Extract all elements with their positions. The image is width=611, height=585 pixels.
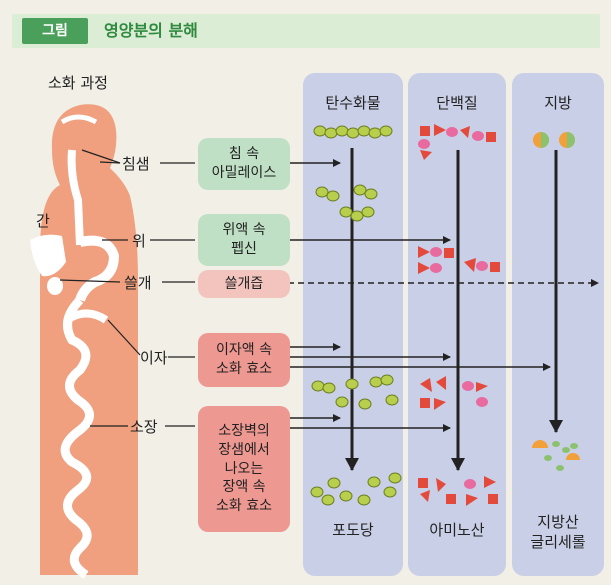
glycerol-text: 글리세롤 <box>530 533 586 552</box>
stomach-line-1: 위액 속 <box>222 222 266 239</box>
small-intestine-label: 소장 <box>130 418 158 436</box>
bile-box: 쓸개즙 <box>198 270 290 298</box>
pancreas-line-1: 이자액 속 <box>216 342 272 359</box>
gastric-pepsin-box: 위액 속 펩신 <box>198 214 290 266</box>
intestine-line-2: 장샘에서 <box>218 441 270 458</box>
process-label: 소화 과정 <box>48 74 108 92</box>
saliva-line-2: 아밀레이스 <box>211 165 277 181</box>
glucose-label: 포도당 <box>303 520 403 540</box>
intestine-line-5: 소화 효소 <box>216 498 272 515</box>
salivary-gland-label: 침샘 <box>122 155 150 173</box>
pancreas-label: 이자 <box>140 349 168 367</box>
stomach-label: 위 <box>132 232 146 250</box>
bile-line-1: 쓸개즙 <box>224 275 264 292</box>
intestine-line-4: 장액 속 <box>222 479 266 496</box>
intestinal-enzyme-box: 소장벽의 장샘에서 나오는 장액 속 소화 효소 <box>198 406 290 532</box>
liver-label: 간 <box>36 212 50 230</box>
intestine-line-1: 소장벽의 <box>218 422 270 439</box>
protein-heading: 단백질 <box>436 94 478 112</box>
intestine-line-3: 나오는 <box>224 460 264 477</box>
fat-heading: 지방 <box>544 94 572 112</box>
carb-heading: 탄수화물 <box>325 94 381 112</box>
fat-column <box>512 73 604 576</box>
amino-acid-text: 아미노산 <box>429 521 485 539</box>
fat-products-label: 지방산 글리세롤 <box>512 512 604 553</box>
pancreas-line-2: 소화 효소 <box>216 361 272 377</box>
body-silhouette <box>30 104 138 579</box>
amino-acid-label: 아미노산 <box>408 520 506 540</box>
saliva-amylase-box: 침 속 아밀레이스 <box>198 138 290 190</box>
pancreatic-enzyme-box: 이자액 속 소화 효소 <box>198 333 290 387</box>
glucose-text: 포도당 <box>332 521 374 539</box>
saliva-line-1: 침 속 <box>228 146 260 163</box>
fatty-acid-text: 지방산 <box>537 513 579 531</box>
gallbladder-label: 쓸개 <box>124 274 152 292</box>
stomach-line-2: 펩신 <box>231 241 257 257</box>
